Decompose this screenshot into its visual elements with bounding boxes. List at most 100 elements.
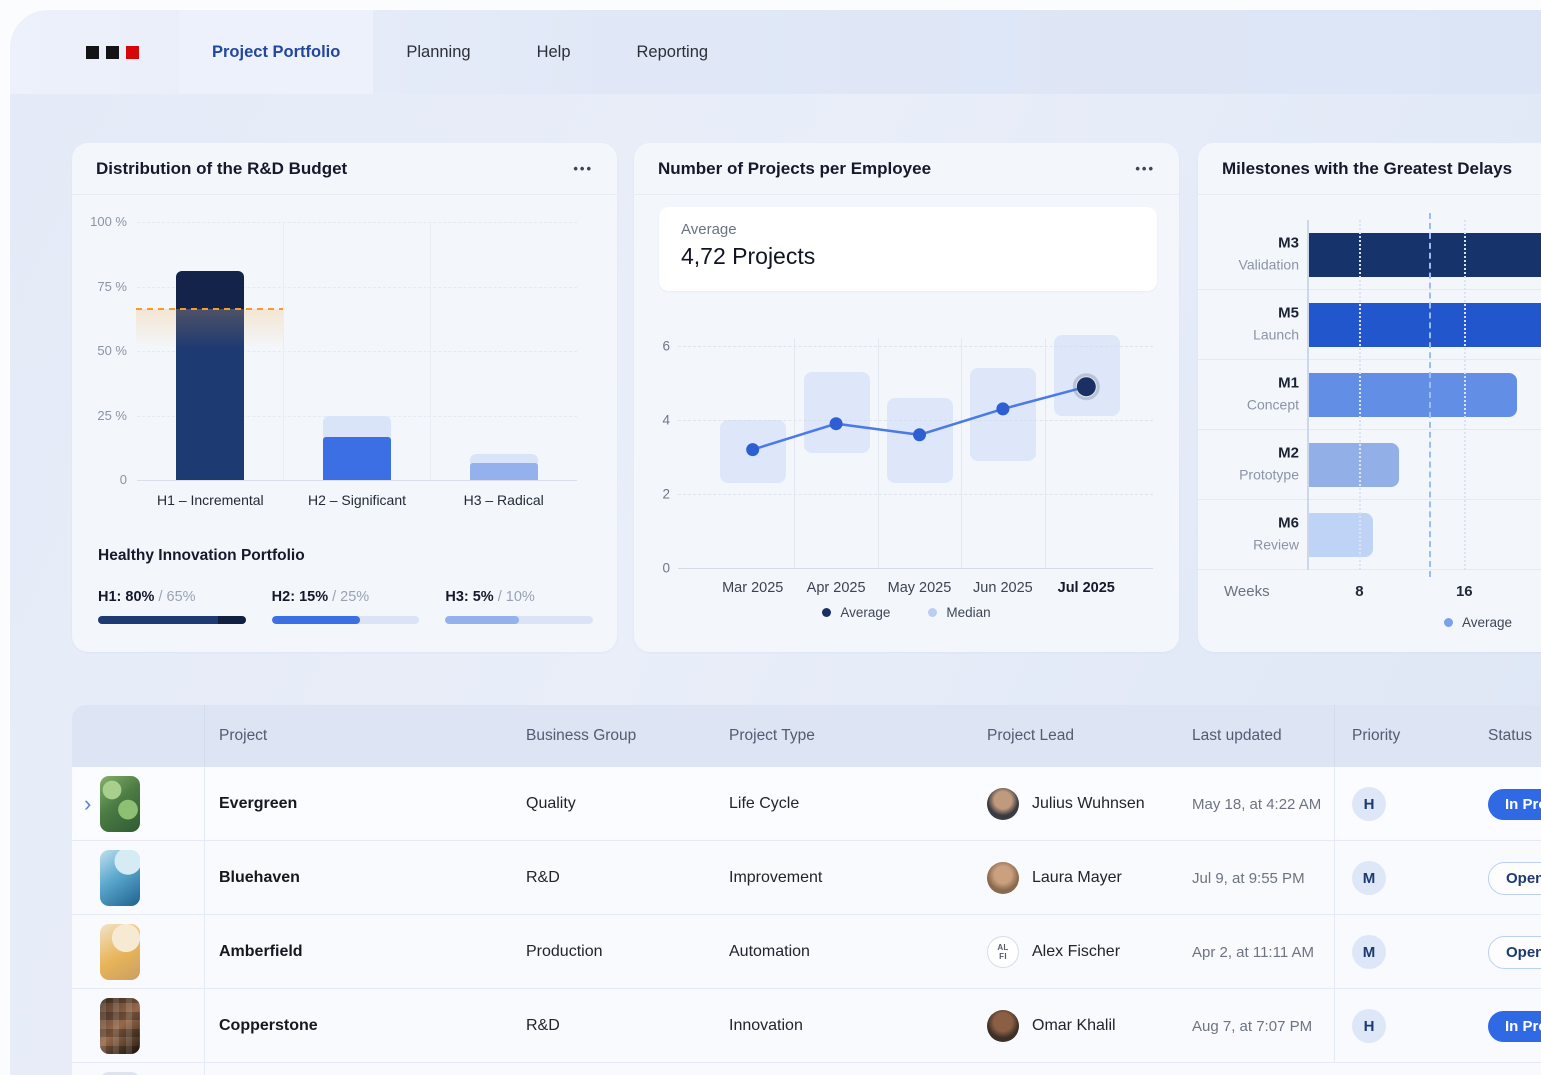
milestone-label: M3Validation — [1198, 232, 1299, 277]
column-header-expander — [72, 705, 205, 767]
gridline — [1464, 220, 1466, 570]
status-cell: Open — [1473, 936, 1541, 969]
y-axis-tick: 0 — [72, 472, 127, 487]
more-menu-icon[interactable]: ••• — [1135, 162, 1155, 175]
tab-planning[interactable]: Planning — [373, 10, 503, 94]
y-axis-tick: 25 % — [72, 408, 127, 423]
legend-label: Average — [1462, 615, 1512, 630]
avatar — [987, 862, 1019, 894]
thumbnail-cell — [72, 841, 205, 915]
project-name: Copperstone — [205, 1017, 526, 1035]
target-line-halo — [136, 309, 284, 349]
x-axis-tick: 8 — [1355, 583, 1363, 600]
project-thumbnail — [100, 998, 140, 1054]
milestone-bar — [1307, 233, 1541, 277]
business-group-cell: R&D — [526, 1017, 729, 1035]
priority-badge: H — [1352, 787, 1386, 821]
status-cell: In Progress — [1473, 1011, 1541, 1042]
table-row[interactable]: BluehavenR&DImprovementLaura MayerJul 9,… — [72, 841, 1541, 915]
tab-project-portfolio[interactable]: Project Portfolio — [179, 10, 373, 94]
priority-cell: H — [1334, 767, 1473, 841]
priority-badge: M — [1352, 861, 1386, 895]
average-line-series — [711, 338, 1128, 568]
business-group-cell: R&D — [526, 869, 729, 887]
milestone-row: M5Launch — [1198, 290, 1541, 360]
data-point-current — [1077, 377, 1096, 396]
legend-dot — [822, 608, 831, 617]
x-axis-label: H2 – Significant — [284, 492, 431, 508]
milestone-row: M1Concept — [1198, 360, 1541, 430]
legend-progress-bar — [272, 616, 420, 624]
x-axis-labels: Mar 2025Apr 2025May 2025Jun 2025Jul 2025 — [711, 580, 1128, 596]
card-milestones: Milestones with the Greatest Delays M3Va… — [1198, 143, 1541, 652]
gridline — [1359, 220, 1361, 570]
y-axis-tick: 50 % — [72, 343, 127, 358]
column-header-project: Project — [205, 727, 526, 745]
status-badge: Open — [1488, 862, 1541, 895]
data-point — [830, 417, 843, 430]
table-row[interactable] — [72, 1063, 1541, 1075]
plot-area — [137, 222, 577, 480]
business-group-cell: Production — [526, 943, 729, 961]
y-axis-tick: 4 — [654, 413, 670, 428]
table-row[interactable]: AmberfieldProductionAutomationALFIAlex F… — [72, 915, 1541, 989]
progress-segment — [98, 616, 218, 624]
milestone-label: M1Concept — [1198, 372, 1299, 417]
project-name: Amberfield — [205, 943, 526, 961]
project-lead-cell: Omar Khalil — [987, 1010, 1192, 1042]
average-value: 4,72 Projects — [681, 243, 1135, 270]
project-name: Evergreen — [205, 795, 526, 813]
column-header-business-group: Business Group — [526, 727, 729, 745]
project-type-cell: Improvement — [729, 869, 987, 887]
logo-square — [86, 46, 99, 59]
app-window: Project PortfolioPlanningHelpReporting D… — [10, 10, 1541, 1075]
column-header-last-updated: Last updated — [1192, 727, 1334, 745]
x-axis-label: H1 – Incremental — [137, 492, 284, 508]
legend-actual-value: H2: 15% — [272, 589, 328, 605]
milestone-code: M2 — [1198, 442, 1299, 464]
logo-square — [126, 46, 139, 59]
y-axis-tick: 75 % — [72, 279, 127, 294]
tab-help[interactable]: Help — [504, 10, 604, 94]
budget-legend-label: H1: 80% / 65% — [98, 589, 246, 605]
lead-name: Julius Wuhnsen — [1032, 795, 1145, 813]
priority-cell: M — [1334, 841, 1473, 915]
chevron-right-icon[interactable]: › — [84, 793, 91, 815]
table-row[interactable]: ›EvergreenQualityLife CycleJulius Wuhnse… — [72, 767, 1541, 841]
avatar-initials: AL — [997, 943, 1008, 952]
milestone-row: M6 Review — [1198, 500, 1541, 570]
gridline — [678, 568, 1153, 569]
budget-legend-item: H2: 15% / 25% — [272, 589, 420, 624]
avatar — [987, 788, 1019, 820]
milestone-label: M2Prototype — [1198, 442, 1299, 487]
tab-reporting[interactable]: Reporting — [604, 10, 742, 94]
legend-actual-value: H3: 5% — [445, 589, 493, 605]
table-row[interactable]: CopperstoneR&DInnovationOmar KhalilAug 7… — [72, 989, 1541, 1063]
y-axis-tick: 0 — [654, 561, 670, 576]
milestone-bar — [1307, 443, 1399, 487]
data-point — [913, 428, 926, 441]
bar-group — [430, 222, 577, 480]
x-axis-labels: H1 – IncrementalH2 – SignificantH3 – Rad… — [137, 492, 577, 508]
budget-legend-title: Healthy Innovation Portfolio — [98, 547, 593, 565]
legend-target-value: / 25% — [328, 589, 369, 605]
app-logo[interactable] — [86, 10, 139, 94]
budget-legend-item: H3: 5% / 10% — [445, 589, 593, 624]
last-updated-cell: Aug 7, at 7:07 PM — [1192, 1018, 1334, 1035]
card-ppe-title: Number of Projects per Employee — [658, 159, 931, 179]
priority-cell: H — [1334, 989, 1473, 1063]
thumbnail-cell: › — [72, 767, 205, 841]
milestone-code: M6 — [1198, 512, 1299, 534]
milestone-name: Review — [1253, 537, 1299, 553]
more-menu-icon[interactable]: ••• — [573, 162, 593, 175]
x-axis-label: Jun 2025 — [961, 580, 1044, 596]
avatar — [987, 1010, 1019, 1042]
budget-legend: Healthy Innovation Portfolio H1: 80% / 6… — [98, 547, 593, 624]
milestone-code: M1 — [1198, 372, 1299, 394]
gridline — [137, 480, 577, 481]
last-updated-cell: May 18, at 4:22 AM — [1192, 796, 1334, 813]
x-axis-label: May 2025 — [878, 580, 961, 596]
x-axis-label: Apr 2025 — [794, 580, 877, 596]
project-type-cell: Automation — [729, 943, 987, 961]
milestone-label: M5Launch — [1198, 302, 1299, 347]
